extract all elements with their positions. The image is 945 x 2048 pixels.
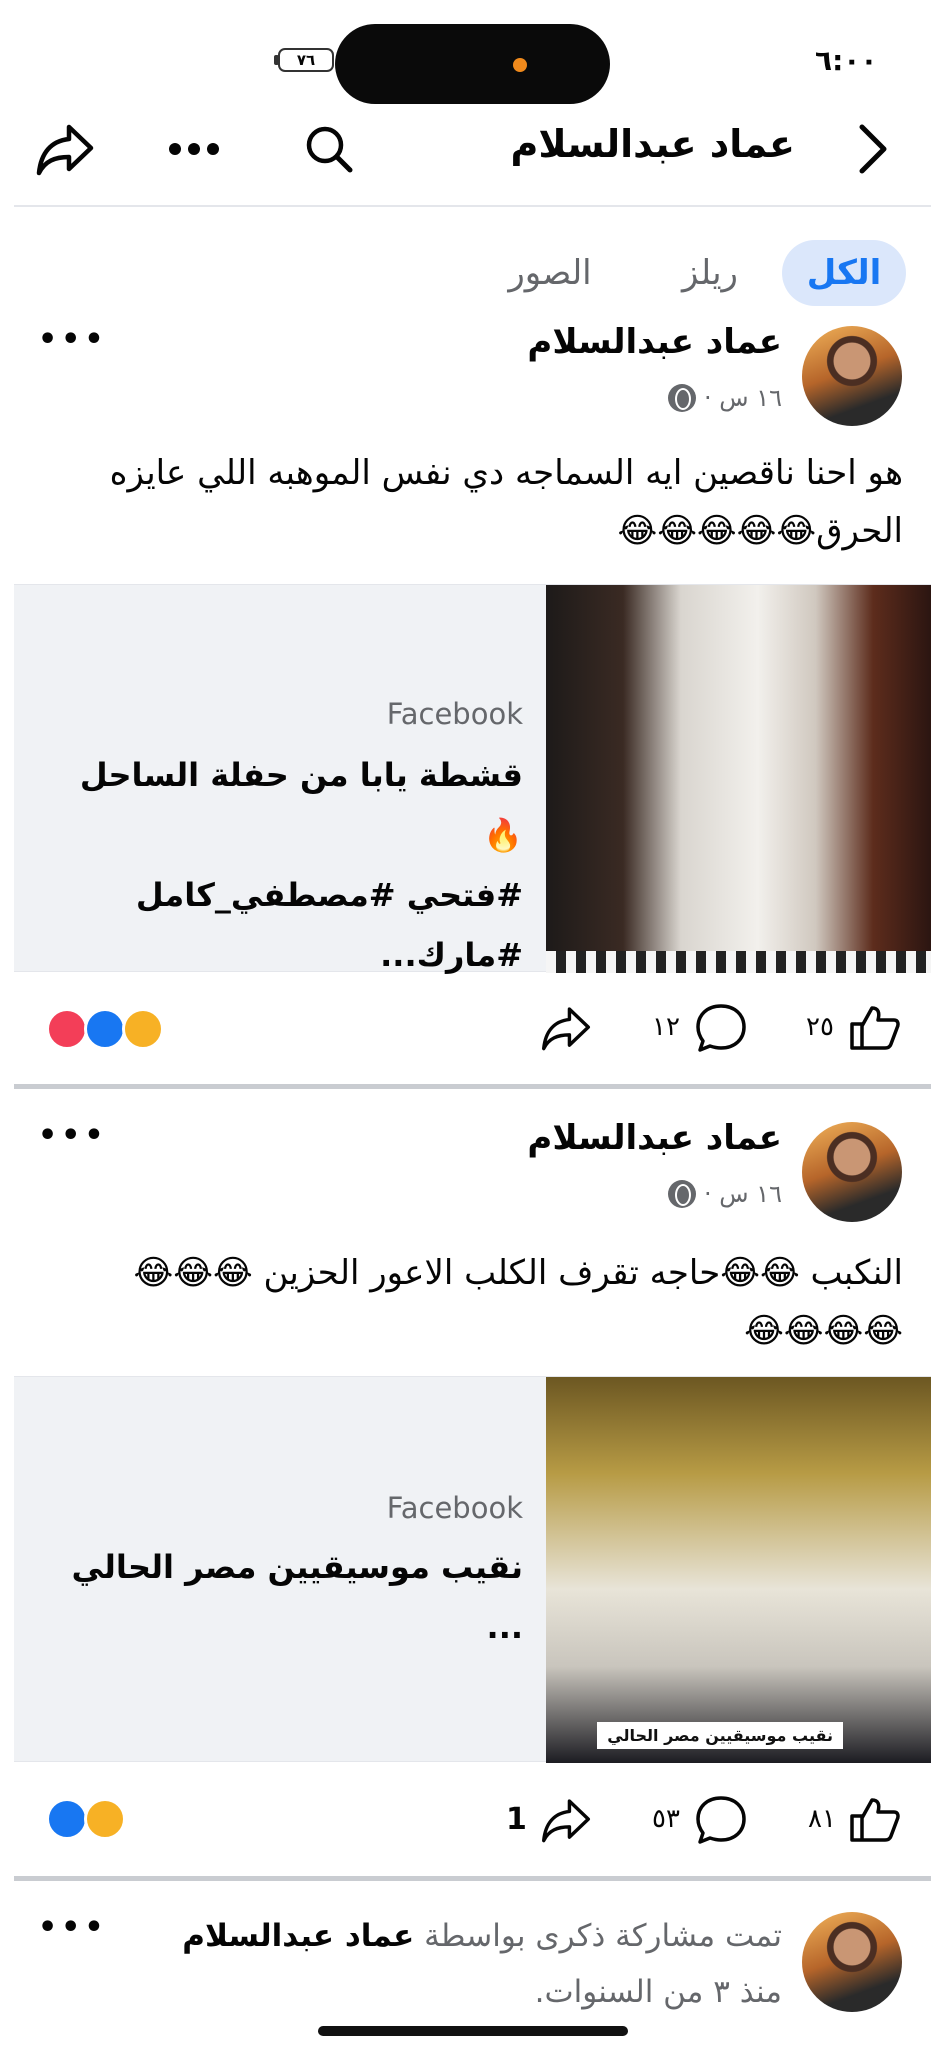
post-text-line: 😂😂😂😂 bbox=[744, 1311, 903, 1351]
post-time: ١٦ س · bbox=[704, 1180, 782, 1208]
link-title-line: #فتحي #مصطفي_كامل #مارك... bbox=[135, 876, 523, 974]
link-title: نقيب موسيقيين مصر الحالي ... bbox=[53, 1537, 523, 1657]
dynamic-island bbox=[335, 24, 610, 104]
like-button[interactable] bbox=[848, 1004, 900, 1054]
post-options-icon[interactable]: ••• bbox=[38, 1910, 108, 1945]
memory-share-text: تمت مشاركة ذكرى بواسطة عماد عبدالسلام من… bbox=[142, 1908, 782, 2020]
reaction-summary[interactable] bbox=[46, 1798, 138, 1844]
post-author[interactable]: عماد عبدالسلام bbox=[527, 1118, 782, 1158]
video-thumbnail[interactable]: نقيب موسيقيين مصر الحالي bbox=[546, 1377, 931, 1763]
reaction-summary[interactable] bbox=[46, 1008, 176, 1054]
like-reaction-icon bbox=[84, 1008, 126, 1050]
privacy-indicator-dot bbox=[513, 58, 527, 72]
back-chevron-icon[interactable] bbox=[842, 118, 904, 180]
post-options-icon[interactable]: ••• bbox=[38, 322, 108, 357]
like-button[interactable] bbox=[848, 1796, 900, 1846]
post-options-icon[interactable]: ••• bbox=[38, 1118, 108, 1153]
post-author[interactable]: عماد عبدالسلام bbox=[527, 322, 782, 362]
avatar[interactable] bbox=[802, 1122, 902, 1222]
link-title: قشطة يابا من حفلة الساحل 🔥 #فتحي #مصطفي_… bbox=[53, 745, 523, 985]
globe-icon bbox=[668, 384, 697, 412]
post-text-line: هو احنا ناقصين ايه السماجه دي نفس الموهب… bbox=[109, 453, 903, 493]
link-title-line: ... bbox=[486, 1608, 523, 1646]
link-preview-card[interactable]: Facebook قشطة يابا من حفلة الساحل 🔥 #فتح… bbox=[14, 584, 931, 974]
post-author[interactable]: عماد عبدالسلام bbox=[182, 1918, 414, 1954]
post-meta: ١٦ س · bbox=[668, 1180, 782, 1208]
memory-share-prefix: تمت مشاركة ذكرى بواسطة bbox=[414, 1918, 782, 1954]
image-caption: نقيب موسيقيين مصر الحالي bbox=[597, 1722, 843, 1749]
post-meta: ١٦ س · bbox=[668, 384, 782, 412]
search-icon[interactable] bbox=[298, 118, 360, 180]
post-time: ١٦ س · bbox=[704, 384, 782, 412]
thumb-up-icon bbox=[850, 1798, 900, 1842]
header-divider bbox=[14, 205, 931, 207]
status-time: ٦:٠٠ bbox=[815, 44, 878, 77]
link-preview-card[interactable]: نقيب موسيقيين مصر الحالي Facebook نقيب م… bbox=[14, 1376, 931, 1763]
love-reaction-icon bbox=[46, 1008, 88, 1050]
comment-count: ١٢ bbox=[652, 1012, 680, 1042]
link-title-line: نقيب موسيقيين مصر الحالي bbox=[71, 1548, 523, 1586]
post-text: النكبب 😂😂حاجه تقرف الكلب الاعور الحزين 😂… bbox=[23, 1244, 903, 1360]
share-icon[interactable] bbox=[34, 118, 96, 180]
stage-lights bbox=[546, 951, 931, 973]
share-icon bbox=[542, 1799, 590, 1843]
link-title-line: قشطة يابا من حفلة الساحل 🔥 bbox=[79, 756, 523, 854]
avatar[interactable] bbox=[802, 326, 902, 426]
avatar[interactable] bbox=[802, 1912, 902, 2012]
battery-indicator: ٧٦ bbox=[278, 48, 334, 72]
post-text-line: الحرق😂😂😂😂😂 bbox=[617, 511, 903, 551]
post-text: هو احنا ناقصين ايه السماجه دي نفس الموهب… bbox=[43, 444, 903, 560]
comment-icon bbox=[696, 1004, 746, 1052]
share-icon bbox=[542, 1007, 590, 1051]
comment-icon bbox=[696, 1796, 746, 1844]
home-indicator[interactable] bbox=[318, 2026, 628, 2036]
post-text-line: النكبب 😂😂حاجه تقرف الكلب الاعور الحزين 😂… bbox=[133, 1253, 903, 1293]
like-reaction-icon bbox=[46, 1798, 88, 1840]
video-thumbnail[interactable] bbox=[546, 585, 931, 973]
haha-reaction-icon bbox=[122, 1008, 164, 1050]
share-button[interactable] bbox=[540, 1004, 592, 1056]
comment-count: ٥٣ bbox=[652, 1804, 680, 1834]
share-button[interactable] bbox=[540, 1796, 592, 1848]
tab-reels[interactable]: ريلز bbox=[660, 240, 760, 306]
link-source: Facebook bbox=[386, 1491, 523, 1525]
haha-reaction-icon bbox=[84, 1798, 126, 1840]
like-count: ٢٥ bbox=[806, 1012, 834, 1042]
tab-all[interactable]: الكل bbox=[782, 240, 906, 306]
page-title: عماد عبدالسلام bbox=[510, 122, 795, 166]
comment-button[interactable] bbox=[694, 1794, 748, 1850]
thumb-up-icon bbox=[850, 1006, 900, 1050]
link-source: Facebook bbox=[386, 697, 523, 731]
share-count: 1 bbox=[506, 1802, 527, 1837]
post-separator bbox=[14, 1876, 931, 1881]
post-separator bbox=[14, 1084, 931, 1089]
more-icon[interactable] bbox=[163, 118, 225, 180]
globe-icon bbox=[668, 1180, 697, 1208]
like-count: ٨١ bbox=[808, 1804, 836, 1834]
tab-photos[interactable]: الصور bbox=[500, 240, 600, 306]
memory-share-suffix: منذ ٣ من السنوات. bbox=[534, 1974, 782, 2010]
comment-button[interactable] bbox=[694, 1002, 748, 1058]
